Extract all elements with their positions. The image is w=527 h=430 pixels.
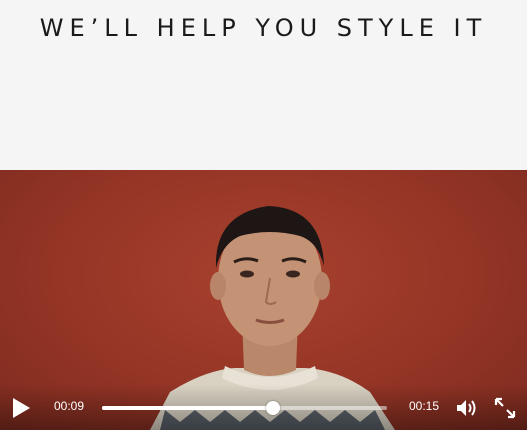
progress-thumb[interactable] (266, 401, 280, 415)
headline: WE’LL HELP YOU STYLE IT (39, 14, 488, 42)
header: WE’LL HELP YOU STYLE IT (0, 0, 527, 170)
play-button[interactable] (10, 396, 32, 420)
eye-left (240, 270, 254, 278)
page: WE’LL HELP YOU STYLE IT 00:09 00:15 (0, 0, 527, 430)
volume-button[interactable] (455, 398, 479, 418)
progress-fill (102, 406, 273, 410)
fullscreen-button[interactable] (493, 396, 517, 420)
total-time: 00:15 (409, 399, 440, 413)
current-time: 00:09 (54, 399, 85, 413)
video-player[interactable]: 00:09 00:15 (0, 170, 527, 430)
ear-left (210, 272, 226, 300)
progress-bar[interactable] (102, 401, 387, 415)
play-icon (13, 398, 30, 418)
volume-icon (457, 400, 476, 416)
video-controls: 00:09 00:15 (0, 384, 527, 430)
ear-right (314, 272, 330, 300)
fullscreen-icon (494, 397, 516, 419)
eye-right (286, 270, 300, 278)
